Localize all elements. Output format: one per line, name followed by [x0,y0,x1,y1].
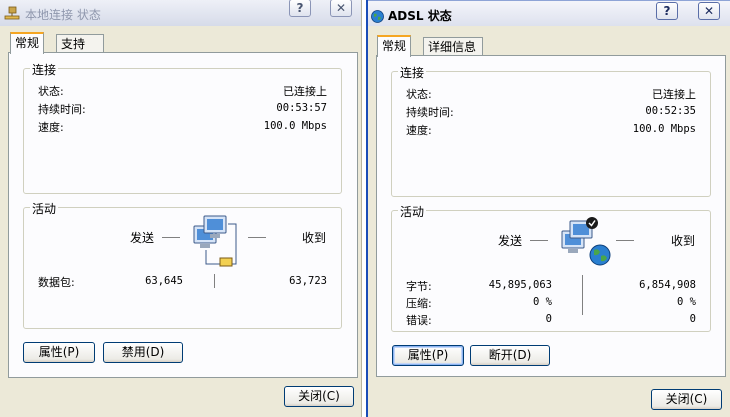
status-label: 状态: [406,88,432,101]
window-title: ADSL 状态 [388,9,452,23]
sent-line [162,237,180,238]
packets-received-value: 63,723 [289,275,327,287]
tab-page-general: 连接 状态: 已连接上 持续时间: 00:52:35 速度: 100.0 Mbp… [376,55,726,377]
received-label: 收到 [671,234,696,248]
tab-general[interactable]: 常规 [10,32,45,54]
tab-details[interactable]: 详细信息 [423,37,483,57]
speed-label: 速度: [38,121,64,134]
status-value: 已连接上 [283,85,327,98]
tab-page-general: 连接 状态: 已连接上 持续时间: 00:53:57 速度: 100.0 Mbp… [8,52,358,378]
errors-sent-value: 0 [545,313,552,325]
tab-support[interactable]: 支持 [56,34,104,54]
activity-group: 活动 发送 收到 数据包: 63,645 63,723 [23,200,342,329]
network-connection-icon [4,6,20,20]
compression-sent-value: 0 % [533,296,552,308]
duration-value: 00:53:57 [276,102,327,114]
properties-button[interactable]: 属性(P) [23,342,95,363]
status-label: 状态: [38,85,64,98]
help-button[interactable]: ? [289,0,311,17]
close-window-button[interactable]: ✕ [698,2,720,20]
duration-value: 00:52:35 [645,105,696,117]
sent-label: 发送 [130,231,155,245]
duration-label: 持续时间: [38,103,86,116]
close-button[interactable]: 关闭(C) [284,386,354,407]
received-line [616,240,634,241]
compression-received-value: 0 % [677,296,696,308]
speed-value: 100.0 Mbps [263,120,327,132]
bytes-sent-value: 45,895,063 [488,279,552,291]
activity-divider [582,275,583,315]
close-window-button[interactable]: ✕ [330,0,352,17]
disable-button[interactable]: 禁用(D) [103,342,183,363]
computers-globe-activity-icon [561,217,611,266]
activity-group-label: 活动 [30,200,59,217]
sent-label: 发送 [498,234,523,248]
activity-divider [214,274,215,288]
sent-line [530,240,548,241]
connection-group: 连接 状态: 已连接上 持续时间: 00:52:35 速度: 100.0 Mbp… [391,64,711,197]
bytes-label: 字节: [406,280,432,293]
packets-label: 数据包: [38,276,75,289]
status-value: 已连接上 [652,88,696,101]
disconnect-button[interactable]: 断开(D) [470,345,550,366]
errors-received-value: 0 [689,313,696,325]
connection-group-label: 连接 [398,64,427,81]
bytes-received-value: 6,854,908 [639,279,696,291]
received-label: 收到 [302,231,327,245]
connection-group: 连接 状态: 已连接上 持续时间: 00:53:57 速度: 100.0 Mbp… [23,61,342,194]
duration-label: 持续时间: [406,106,454,119]
tab-general[interactable]: 常规 [377,35,412,57]
errors-label: 错误: [406,314,432,327]
connection-group-label: 连接 [30,61,59,78]
packets-sent-value: 63,645 [145,275,183,287]
compression-label: 压缩: [406,297,432,310]
globe-icon [371,10,384,23]
speed-value: 100.0 Mbps [632,123,696,135]
properties-button[interactable]: 属性(P) [392,345,464,366]
window-title: 本地连接 状态 [25,8,101,22]
speed-label: 速度: [406,124,432,137]
title-bar[interactable]: ADSL 状态 ? ✕ [368,0,730,26]
activity-group-label: 活动 [398,203,427,220]
close-button[interactable]: 关闭(C) [651,389,722,410]
received-line [248,237,266,238]
adsl-status-window: ADSL 状态 ? ✕ 常规 详细信息 连接 状态: 已连接上 持续时间: 00… [366,0,730,417]
local-connection-status-window: 本地连接 状态 ? ✕ 常规 支持 连接 状态: 已连接上 持续时间: 00:5… [0,0,362,417]
computers-activity-icon [193,215,237,267]
title-bar[interactable]: 本地连接 状态 ? ✕ [0,0,361,26]
help-button[interactable]: ? [656,2,678,20]
activity-group: 活动 发送 收到 字节: 45,895,063 6,854,908 压缩: 0 … [391,203,711,332]
